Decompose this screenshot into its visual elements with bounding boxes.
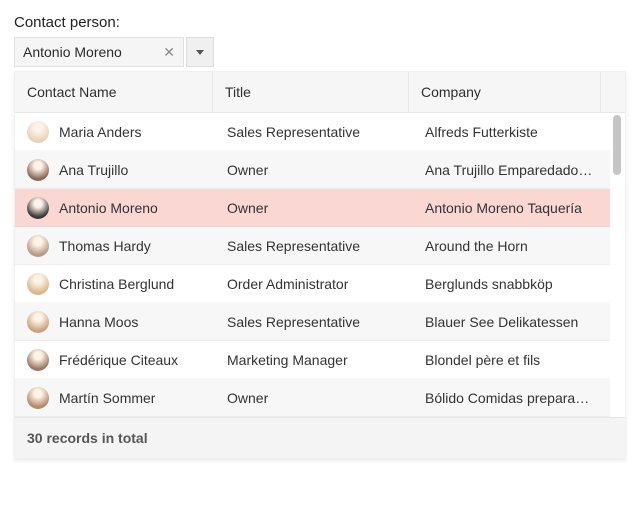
cell-company: Berglunds snabbköp — [413, 265, 607, 302]
company-text: Around the Horn — [425, 238, 528, 254]
table-row[interactable]: Maria Anders Sales Representative Alfreds … — [15, 113, 610, 151]
cell-contact-name: Antonio Moreno — [15, 189, 215, 226]
cell-contact-name: Thomas Hardy — [15, 227, 215, 264]
grid-body: Maria Anders Sales Representative Alfreds … — [15, 113, 625, 417]
avatar — [27, 121, 49, 143]
contact-name-text: Christina Berglund — [59, 276, 174, 292]
cell-title: Owner — [215, 189, 413, 226]
grid-header: Contact Name Title Company — [15, 72, 625, 113]
col-header-spacer — [601, 72, 625, 112]
contact-name-text: Maria Anders — [59, 124, 141, 140]
avatar — [27, 311, 49, 333]
cell-company: Bólido Comidas preparad… — [413, 379, 607, 416]
cell-contact-name: Frédérique Citeaux — [15, 341, 215, 378]
combobox-value: Antonio Moreno — [23, 44, 161, 60]
cell-company: Blondel père et fils — [413, 341, 607, 378]
field-label: Contact person: — [14, 14, 627, 31]
avatar — [27, 159, 49, 181]
title-text: Sales Representative — [227, 238, 360, 254]
table-row[interactable]: Frédérique Citeaux Marketing Manager Blond… — [15, 341, 610, 379]
cell-company: Antonio Moreno Taquería — [413, 189, 607, 226]
cell-title: Order Administrator — [215, 265, 413, 302]
cell-contact-name: Ana Trujillo — [15, 151, 215, 188]
contact-name-text: Antonio Moreno — [59, 200, 158, 216]
clear-icon[interactable]: ✕ — [161, 45, 177, 59]
title-text: Owner — [227, 200, 268, 216]
cell-title: Sales Representative — [215, 113, 413, 150]
scrollbar-thumb[interactable] — [613, 115, 621, 175]
cell-title: Sales Representative — [215, 303, 413, 340]
contact-name-text: Frédérique Citeaux — [59, 352, 178, 368]
avatar — [27, 235, 49, 257]
col-header-contact-name[interactable]: Contact Name — [15, 72, 213, 112]
caret-down-icon — [196, 50, 204, 55]
title-text: Owner — [227, 390, 268, 406]
contact-combobox[interactable]: Antonio Moreno ✕ — [14, 37, 214, 67]
cell-company: Blauer See Delikatessen — [413, 303, 607, 340]
title-text: Order Administrator — [227, 276, 348, 292]
company-text: Bólido Comidas preparad… — [425, 390, 595, 406]
contact-name-text: Martín Sommer — [59, 390, 155, 406]
title-text: Sales Representative — [227, 124, 360, 140]
table-row[interactable]: Antonio Moreno Owner Antonio Moreno Taquer… — [15, 189, 610, 227]
combobox-input-wrap[interactable]: Antonio Moreno ✕ — [14, 37, 184, 67]
company-text: Alfreds Futterkiste — [425, 124, 538, 140]
cell-contact-name: Martín Sommer — [15, 379, 215, 416]
avatar — [27, 349, 49, 371]
contact-name-text: Ana Trujillo — [59, 162, 128, 178]
col-header-title[interactable]: Title — [213, 72, 409, 112]
contact-name-text: Thomas Hardy — [59, 238, 151, 254]
cell-company: Alfreds Futterkiste — [413, 113, 607, 150]
cell-title: Sales Representative — [215, 227, 413, 264]
company-text: Blauer See Delikatessen — [425, 314, 578, 330]
cell-contact-name: Christina Berglund — [15, 265, 215, 302]
grid-footer: 30 records in total — [15, 417, 625, 458]
company-text: Ana Trujillo Emparedados… — [425, 162, 595, 178]
col-header-company[interactable]: Company — [409, 72, 601, 112]
table-row[interactable]: Christina Berglund Order Administrator Ber… — [15, 265, 610, 303]
company-text: Antonio Moreno Taquería — [425, 200, 582, 216]
cell-company: Ana Trujillo Emparedados… — [413, 151, 607, 188]
avatar — [27, 273, 49, 295]
title-text: Sales Representative — [227, 314, 360, 330]
contact-name-text: Hanna Moos — [59, 314, 138, 330]
title-text: Owner — [227, 162, 268, 178]
dropdown-trigger[interactable] — [186, 37, 214, 67]
company-text: Blondel père et fils — [425, 352, 540, 368]
contacts-grid: Contact Name Title Company Maria Anders S… — [14, 71, 626, 459]
avatar — [27, 197, 49, 219]
cell-title: Owner — [215, 379, 413, 416]
table-row[interactable]: Ana Trujillo Owner Ana Trujillo Emparedado… — [15, 151, 610, 189]
cell-title: Owner — [215, 151, 413, 188]
scrollbar[interactable] — [610, 115, 624, 415]
cell-company: Around the Horn — [413, 227, 607, 264]
cell-contact-name: Hanna Moos — [15, 303, 215, 340]
title-text: Marketing Manager — [227, 352, 348, 368]
table-row[interactable]: Martín Sommer Owner Bólido Comidas prepara… — [15, 379, 610, 417]
table-row[interactable]: Hanna Moos Sales Representative Blauer See… — [15, 303, 610, 341]
cell-contact-name: Maria Anders — [15, 113, 215, 150]
avatar — [27, 387, 49, 409]
table-row[interactable]: Thomas Hardy Sales Representative Around t… — [15, 227, 610, 265]
cell-title: Marketing Manager — [215, 341, 413, 378]
company-text: Berglunds snabbköp — [425, 276, 553, 292]
